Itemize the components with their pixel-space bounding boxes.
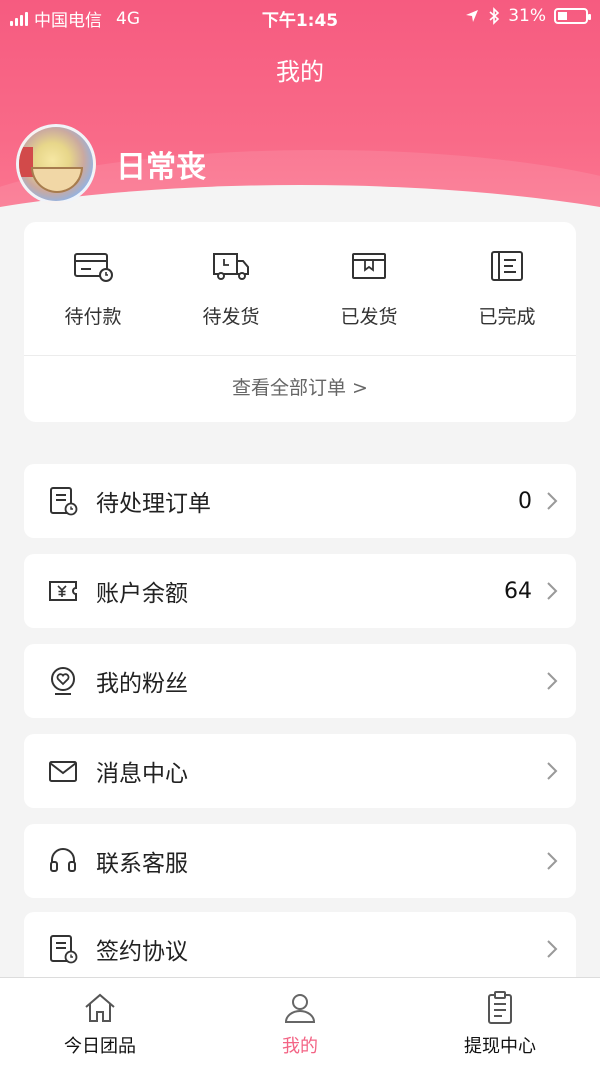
contract-doc-icon <box>50 935 78 964</box>
menu-item-my-fans[interactable]: 我的粉丝 <box>24 644 576 718</box>
chevron-right-icon <box>547 672 558 690</box>
home-icon <box>85 993 115 1022</box>
avatar[interactable] <box>16 124 96 204</box>
menu-item-message-center[interactable]: 消息中心 <box>24 734 576 808</box>
chevron-right-icon <box>547 582 558 600</box>
tab-label: 今日团品 <box>64 1036 136 1057</box>
menu-value: 0 <box>518 488 532 514</box>
list-doc-icon <box>491 251 523 281</box>
view-all-orders-link[interactable]: 查看全部订单 > <box>24 356 576 422</box>
order-label: 待发货 <box>202 306 260 328</box>
menu-value: 64 <box>504 578 532 604</box>
chevron-right-icon <box>547 852 558 870</box>
battery-percent: 31% <box>508 6 546 26</box>
order-pending-shipment[interactable]: 待发货 <box>162 222 300 355</box>
order-completed[interactable]: 已完成 <box>438 222 576 355</box>
order-label: 待付款 <box>64 306 122 328</box>
battery-icon <box>554 8 591 24</box>
order-pending-payment[interactable]: 待付款 <box>24 222 162 355</box>
menu-label: 我的粉丝 <box>96 671 188 697</box>
menu-label: 账户余额 <box>96 581 188 607</box>
mail-icon <box>49 761 77 782</box>
username: 日常丧 <box>116 150 206 185</box>
pending-doc-icon <box>50 487 78 516</box>
menu-label: 联系客服 <box>96 851 188 877</box>
menu-item-contract-agreement[interactable]: 签约协议 <box>24 912 576 986</box>
bluetooth-icon <box>489 7 500 25</box>
card-clock-icon <box>74 253 113 282</box>
chevron-right-icon <box>547 762 558 780</box>
tab-bar: 今日团品 我的 提现中心 <box>0 977 600 1067</box>
tab-withdraw-center[interactable]: 提现中心 <box>400 978 600 1067</box>
yen-ticket-icon <box>49 581 77 601</box>
fans-heart-icon <box>51 667 75 695</box>
menu-label: 消息中心 <box>96 761 188 787</box>
menu-item-customer-service[interactable]: 联系客服 <box>24 824 576 898</box>
tab-label: 我的 <box>282 1036 318 1057</box>
orders-card: 待付款 待发货 已发货 已完成 查看全部订单 > <box>24 222 576 422</box>
order-label: 已完成 <box>478 306 536 328</box>
truck-icon <box>213 253 249 280</box>
headset-icon <box>50 848 76 872</box>
order-shipped[interactable]: 已发货 <box>300 222 438 355</box>
clipboard-icon <box>488 991 512 1024</box>
chevron-right-icon <box>547 492 558 510</box>
menu-label: 待处理订单 <box>96 491 211 517</box>
order-label: 已发货 <box>340 306 398 328</box>
tab-today-products[interactable]: 今日团品 <box>0 978 200 1067</box>
menu-item-account-balance[interactable]: 账户余额 64 <box>24 554 576 628</box>
menu-item-pending-orders[interactable]: 待处理订单 0 <box>24 464 576 538</box>
menu-label: 签约协议 <box>96 939 188 965</box>
tab-label: 提现中心 <box>464 1036 536 1057</box>
location-arrow-icon <box>466 10 479 22</box>
user-icon <box>284 994 316 1023</box>
profile-section[interactable]: 日常丧 <box>16 124 206 204</box>
chevron-right-icon <box>547 940 558 958</box>
box-icon <box>352 253 386 279</box>
status-bar: 中国电信 4G 下午1:45 31% <box>0 0 600 34</box>
tab-my[interactable]: 我的 <box>200 978 400 1067</box>
page-title: 我的 <box>276 58 324 86</box>
